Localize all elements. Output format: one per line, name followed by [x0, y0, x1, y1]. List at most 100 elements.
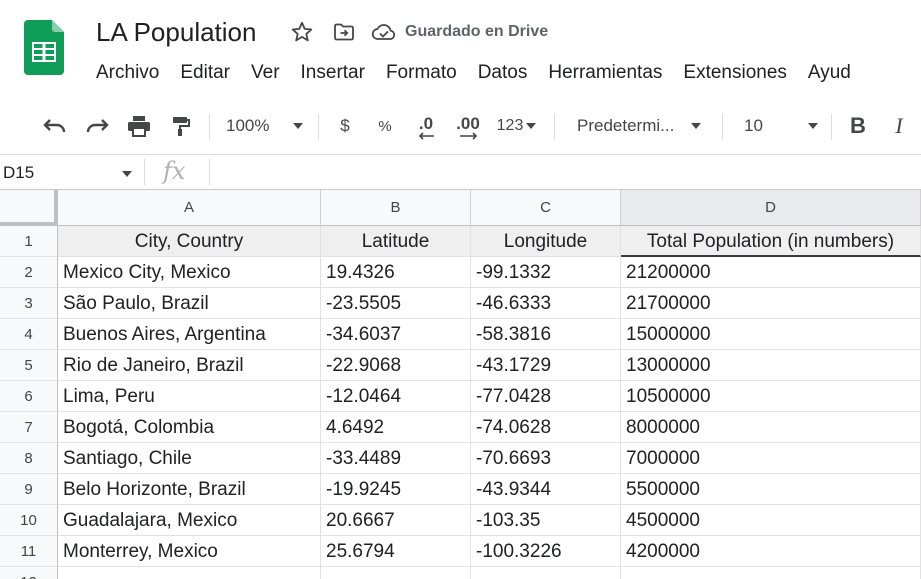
- table-cell[interactable]: Monterrey, Mexico: [58, 536, 321, 567]
- row-header-8[interactable]: 8: [0, 443, 58, 474]
- table-cell[interactable]: Bogotá, Colombia: [58, 412, 321, 443]
- table-cell[interactable]: -46.6333: [471, 288, 621, 319]
- zoom-select[interactable]: 100%: [226, 104, 316, 148]
- row-header-5[interactable]: 5: [0, 350, 58, 381]
- row-header-3[interactable]: 3: [0, 288, 58, 319]
- table-cell[interactable]: -12.0464: [321, 381, 471, 412]
- table-cell[interactable]: [621, 567, 921, 579]
- currency-format-button[interactable]: $: [334, 104, 356, 148]
- undo-icon[interactable]: [40, 104, 70, 148]
- move-to-folder-icon[interactable]: [331, 19, 357, 45]
- row-header-9[interactable]: 9: [0, 474, 58, 505]
- menu-insertar[interactable]: Insertar: [301, 61, 365, 85]
- column-header-d[interactable]: D: [621, 190, 921, 226]
- column-header-a[interactable]: A: [58, 190, 321, 226]
- name-box[interactable]: D15: [3, 163, 34, 183]
- table-cell[interactable]: 8000000: [621, 412, 921, 443]
- row-header-4[interactable]: 4: [0, 319, 58, 350]
- table-cell[interactable]: Belo Horizonte, Brazil: [58, 474, 321, 505]
- chevron-down-icon: [691, 123, 702, 129]
- header-cell-b[interactable]: Latitude: [321, 226, 471, 257]
- print-icon[interactable]: [124, 104, 154, 148]
- column-header-c[interactable]: C: [471, 190, 621, 226]
- fx-icon: fx: [163, 157, 186, 185]
- font-family-select[interactable]: Predetermi...: [577, 104, 712, 148]
- drive-save-status: Guardado en Drive: [371, 19, 548, 45]
- row-header-11[interactable]: 11: [0, 536, 58, 567]
- table-cell[interactable]: -19.9245: [321, 474, 471, 505]
- increase-decimals-label: .00: [456, 114, 480, 133]
- table-cell[interactable]: Buenos Aires, Argentina: [58, 319, 321, 350]
- table-cell[interactable]: 5500000: [621, 474, 921, 505]
- bold-button[interactable]: B: [845, 104, 871, 148]
- table-cell[interactable]: Rio de Janeiro, Brazil: [58, 350, 321, 381]
- table-cell[interactable]: 19.4326: [321, 257, 471, 288]
- table-cell[interactable]: 4200000: [621, 536, 921, 567]
- table-cell[interactable]: -34.6037: [321, 319, 471, 350]
- font-size-select[interactable]: 10: [744, 104, 824, 148]
- table-cell[interactable]: Guadalajara, Mexico: [58, 505, 321, 536]
- table-cell[interactable]: -70.6693: [471, 443, 621, 474]
- formula-bar: D15 fx: [0, 154, 921, 190]
- row-header-1[interactable]: 1: [0, 226, 58, 257]
- table-cell[interactable]: [321, 567, 471, 579]
- header-cell-a[interactable]: City, Country: [58, 226, 321, 257]
- column-header-b[interactable]: B: [321, 190, 471, 226]
- table-cell[interactable]: 15000000: [621, 319, 921, 350]
- menu-datos[interactable]: Datos: [478, 61, 528, 85]
- table-cell[interactable]: -23.5505: [321, 288, 471, 319]
- table-cell[interactable]: -74.0628: [471, 412, 621, 443]
- table-cell[interactable]: 21700000: [621, 288, 921, 319]
- table-cell[interactable]: -43.9344: [471, 474, 621, 505]
- table-cell[interactable]: -33.4489: [321, 443, 471, 474]
- table-cell[interactable]: 7000000: [621, 443, 921, 474]
- table-cell[interactable]: [471, 567, 621, 579]
- row-header-12[interactable]: 12: [0, 567, 58, 579]
- save-status-text: Guardado en Drive: [405, 23, 549, 40]
- row-header-10[interactable]: 10: [0, 505, 58, 536]
- redo-icon[interactable]: [82, 104, 112, 148]
- table-cell[interactable]: -77.0428: [471, 381, 621, 412]
- row-header-6[interactable]: 6: [0, 381, 58, 412]
- table-cell[interactable]: 20.6667: [321, 505, 471, 536]
- document-title[interactable]: LA Population: [96, 15, 256, 49]
- menu-ver[interactable]: Ver: [251, 61, 280, 85]
- menu-extensiones[interactable]: Extensiones: [683, 61, 787, 85]
- number-format-select[interactable]: 123: [493, 104, 541, 148]
- menu-ayuda[interactable]: Ayud: [808, 61, 851, 85]
- table-cell[interactable]: Lima, Peru: [58, 381, 321, 412]
- table-cell[interactable]: São Paulo, Brazil: [58, 288, 321, 319]
- table-cell[interactable]: Santiago, Chile: [58, 443, 321, 474]
- increase-decimals-button[interactable]: .00: [450, 104, 486, 148]
- table-cell[interactable]: 4.6492: [321, 412, 471, 443]
- row-header-7[interactable]: 7: [0, 412, 58, 443]
- table-cell[interactable]: 25.6794: [321, 536, 471, 567]
- table-cell[interactable]: 4500000: [621, 505, 921, 536]
- table-cell[interactable]: 10500000: [621, 381, 921, 412]
- table-cell[interactable]: -22.9068: [321, 350, 471, 381]
- italic-button[interactable]: I: [886, 104, 912, 148]
- table-cell[interactable]: 13000000: [621, 350, 921, 381]
- star-icon[interactable]: [289, 19, 315, 45]
- header-cell-c[interactable]: Longitude: [471, 226, 621, 257]
- percent-format-button[interactable]: %: [373, 104, 397, 148]
- table-cell[interactable]: -43.1729: [471, 350, 621, 381]
- decrease-decimals-button[interactable]: .0: [410, 104, 442, 148]
- table-cell[interactable]: -58.3816: [471, 319, 621, 350]
- table-cell[interactable]: [58, 567, 321, 579]
- table-cell[interactable]: Mexico City, Mexico: [58, 257, 321, 288]
- menu-formato[interactable]: Formato: [386, 61, 457, 85]
- menu-herramientas[interactable]: Herramientas: [548, 61, 662, 85]
- menu-archivo[interactable]: Archivo: [96, 61, 159, 85]
- select-all-corner[interactable]: [0, 190, 58, 226]
- sheets-logo-icon[interactable]: [24, 20, 64, 75]
- header-cell-d[interactable]: Total Population (in numbers): [621, 226, 921, 257]
- row-header-2[interactable]: 2: [0, 257, 58, 288]
- table-cell[interactable]: -99.1332: [471, 257, 621, 288]
- table-cell[interactable]: -103.35: [471, 505, 621, 536]
- menu-editar[interactable]: Editar: [180, 61, 230, 85]
- table-cell[interactable]: -100.3226: [471, 536, 621, 567]
- table-cell[interactable]: 21200000: [621, 257, 921, 288]
- chevron-down-icon[interactable]: [121, 170, 133, 178]
- paint-format-icon[interactable]: [166, 104, 196, 148]
